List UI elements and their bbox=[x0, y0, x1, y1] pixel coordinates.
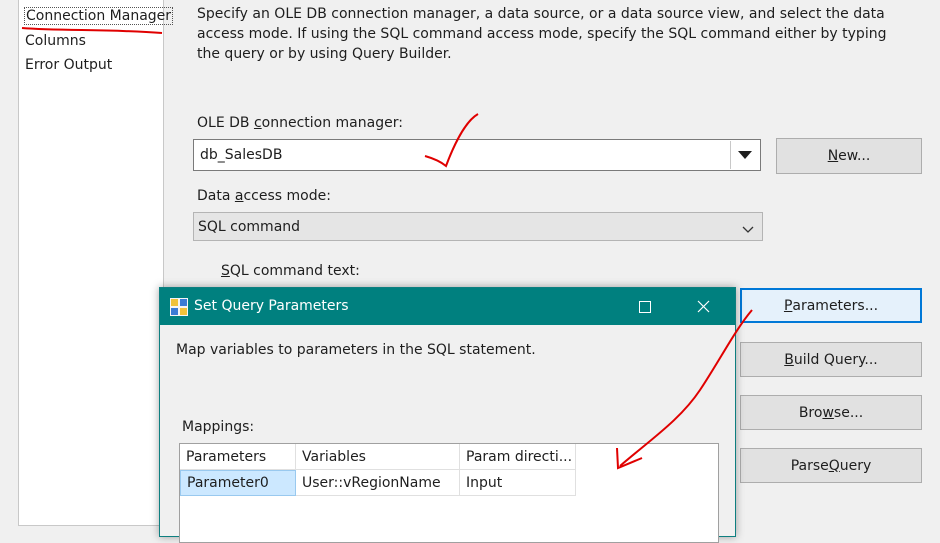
mappings-grid[interactable]: Parameters Variables Param directi... Pa… bbox=[179, 443, 719, 543]
browse-button[interactable]: Bro w se... bbox=[740, 395, 922, 430]
data-access-mode-label: Data access mode: bbox=[197, 188, 331, 204]
maximize-icon[interactable] bbox=[622, 288, 668, 325]
mapping-variable-cell[interactable]: User::vRegionName bbox=[296, 470, 460, 496]
new-connection-button[interactable]: New... bbox=[776, 138, 922, 174]
data-access-mode-select[interactable]: SQL command bbox=[193, 212, 763, 241]
parameters-button[interactable]: Parameters... bbox=[740, 288, 922, 323]
build-query-button[interactable]: Build Query... bbox=[740, 342, 922, 377]
connection-manager-combo[interactable]: db_SalesDB bbox=[193, 139, 761, 171]
data-access-mode-value: SQL command bbox=[198, 218, 301, 235]
page-description: Specify an OLE DB connection manager, a … bbox=[197, 6, 887, 62]
app-icon bbox=[170, 298, 188, 320]
close-icon[interactable] bbox=[680, 288, 726, 325]
nav-list: Connection Manager Columns Error Output bbox=[18, 0, 174, 526]
nav-item-connection-manager[interactable]: Connection Manager bbox=[23, 7, 174, 25]
column-header-variables[interactable]: Variables bbox=[296, 444, 460, 470]
nav-item-error-output[interactable]: Error Output bbox=[25, 57, 112, 73]
chevron-down-icon bbox=[742, 222, 754, 238]
dialog-instructions: Map variables to parameters in the SQL s… bbox=[176, 342, 536, 358]
dropdown-arrow-icon[interactable] bbox=[730, 141, 759, 169]
sql-command-text-label: SQL command text: bbox=[221, 263, 360, 279]
mappings-label: Mappings: bbox=[182, 419, 255, 435]
connection-manager-label: OLE DB connection manager: bbox=[197, 115, 403, 131]
connection-manager-value: db_SalesDB bbox=[200, 147, 283, 163]
column-header-parameters[interactable]: Parameters bbox=[180, 444, 296, 470]
mapping-direction-cell[interactable]: Input bbox=[460, 470, 576, 496]
nav-item-columns[interactable]: Columns bbox=[25, 33, 86, 49]
dialog-titlebar[interactable]: Set Query Parameters bbox=[160, 288, 735, 325]
set-query-parameters-dialog: Set Query Parameters Map variables to pa… bbox=[159, 287, 736, 543]
parse-query-button[interactable]: Parse Query bbox=[740, 448, 922, 483]
dialog-title: Set Query Parameters bbox=[194, 298, 349, 314]
mapping-parameter-cell[interactable]: Parameter0 bbox=[180, 470, 296, 496]
column-header-param-direction[interactable]: Param directi... bbox=[460, 444, 576, 470]
